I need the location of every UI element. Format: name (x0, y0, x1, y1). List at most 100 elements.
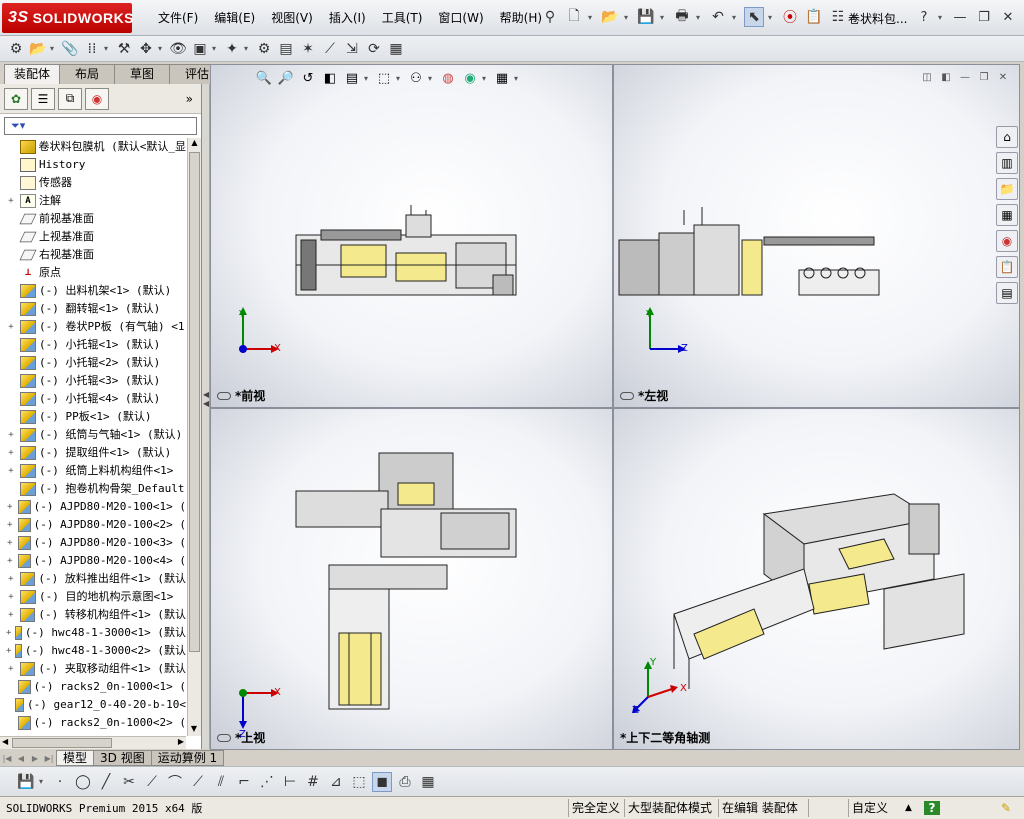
add-relation-icon[interactable]: ⊿ (326, 772, 346, 792)
viewport-isometric[interactable]: Y X Z *上下二等角轴测 (613, 408, 1020, 750)
link-views-icon[interactable] (620, 391, 634, 400)
filter-icon[interactable]: ⏷▾ (11, 119, 25, 132)
expand-icon[interactable]: + (6, 588, 16, 606)
minimize-icon[interactable]: — (950, 8, 970, 26)
expand-icon[interactable]: + (6, 462, 16, 480)
tree-item[interactable]: + (-) 卷状PP板 (有气轴) <1 (0, 318, 186, 336)
solidworks-logo[interactable]: 3S SOLIDWORKS (2, 3, 134, 33)
tree-item[interactable]: History (0, 156, 186, 174)
linear-pattern-icon[interactable]: ⁞⁞ (82, 39, 102, 59)
tree-item[interactable]: 右视基准面 (0, 246, 186, 264)
menu-file[interactable]: 文件(F) (150, 9, 206, 27)
chevron-down-icon[interactable]: ▾ (482, 74, 490, 83)
tree-item[interactable]: + (-) 提取组件<1> (默认) (0, 444, 186, 462)
corner-rectangle-icon[interactable]: ⌐ (234, 772, 254, 792)
tree-horizontal-scrollbar[interactable]: ◀ ▶ (0, 736, 186, 749)
expand-icon[interactable]: + (6, 534, 14, 552)
tree-item[interactable]: 前视基准面 (0, 210, 186, 228)
instant3d-icon[interactable]: ⇲ (342, 39, 362, 59)
fillet-icon[interactable]: ⌒ (165, 772, 185, 792)
zoom-to-area-icon[interactable]: 🔎 (276, 68, 296, 88)
last-tab-icon[interactable]: ▶| (42, 754, 56, 763)
options-icon[interactable]: ☷ (828, 7, 848, 27)
panel-splitter[interactable]: ◀ ◀ (202, 84, 210, 749)
viewport-left[interactable]: Y Z *左视 ◫ ◧ — ❐ ✕ (613, 64, 1020, 408)
grid-icon[interactable]: # (303, 772, 323, 792)
collapse-panel-icon[interactable]: ◀ ◀ (203, 390, 209, 408)
file-explorer-icon[interactable]: 📁 (996, 178, 1018, 200)
tab-model[interactable]: 模型 (56, 750, 95, 766)
expand-icon[interactable]: + (6, 642, 11, 660)
tag-icon[interactable]: ✎ (998, 799, 1014, 817)
menu-insert[interactable]: 插入(I) (321, 9, 374, 27)
smart-fasteners-icon[interactable]: ⚒ (114, 39, 134, 59)
assembly-features-icon[interactable]: ▣ (190, 39, 210, 59)
close-icon[interactable]: ✕ (998, 8, 1018, 26)
file-properties-icon[interactable]: 📋 (804, 7, 824, 27)
scroll-thumb[interactable] (12, 738, 112, 748)
pin-icon[interactable]: ⚲ (540, 7, 560, 27)
expand-icon[interactable]: + (6, 192, 16, 210)
expand-icon[interactable]: + (6, 444, 16, 462)
minimize-icon[interactable]: — (957, 71, 973, 85)
menu-window[interactable]: 窗口(W) (430, 9, 491, 27)
tree-vertical-scrollbar[interactable]: ▲ ▼ (187, 138, 201, 736)
tree-item[interactable]: + (-) AJPD80-M20-100<4> ( (0, 552, 186, 570)
viewport-top[interactable]: X Z *上视 (210, 408, 613, 750)
tab-motion-study[interactable]: 运动算例 1 (150, 750, 225, 766)
tree-item[interactable]: + (-) hwc48-1-3000<2> (默认 (0, 642, 186, 660)
design-library-icon[interactable]: ▤ (996, 282, 1018, 304)
menu-edit[interactable]: 编辑(E) (206, 9, 263, 27)
centerline-icon[interactable]: ⟋ (142, 772, 162, 792)
explode-line-sketch-icon[interactable]: ⟋ (320, 39, 340, 59)
previous-view-icon[interactable]: ↺ (298, 68, 318, 88)
expand-icon[interactable]: + (6, 426, 16, 444)
undo-icon[interactable]: ↶ (708, 7, 728, 27)
open-folder-icon[interactable]: 📂 (600, 7, 620, 27)
viewport-front[interactable]: Y X *前视 (210, 64, 613, 408)
chevron-down-icon[interactable]: ▾ (104, 44, 112, 53)
zoom-to-fit-icon[interactable]: 🔍 (254, 68, 274, 88)
tree-item[interactable]: + A 注解 (0, 192, 186, 210)
first-tab-icon[interactable]: |◀ (0, 754, 14, 763)
section-view-icon[interactable]: ◧ (320, 68, 340, 88)
point-icon[interactable]: · (50, 772, 70, 792)
unit-system[interactable]: 自定义 (848, 799, 891, 817)
tree-item[interactable]: + (-) hwc48-1-3000<1> (默认 (0, 624, 186, 642)
chevron-down-icon[interactable]: ▾ (696, 13, 704, 22)
move-component-icon[interactable]: ✥ (136, 39, 156, 59)
unit-menu-chevron-icon[interactable]: ▲ (902, 799, 915, 817)
scroll-right-icon[interactable]: ▶ (178, 737, 184, 746)
select-cursor-icon[interactable]: ⬉ (744, 7, 764, 27)
prev-tab-icon[interactable]: ◀ (14, 754, 28, 763)
expand-icon[interactable]: + (6, 516, 14, 534)
restore-icon[interactable]: ❐ (976, 71, 992, 85)
chevron-down-icon[interactable]: ▾ (588, 13, 596, 22)
next-tab-icon[interactable]: ▶ (28, 754, 42, 763)
take-snapshot-icon[interactable]: ▦ (386, 39, 406, 59)
expand-panel-icon[interactable]: » (186, 92, 193, 106)
tree-item[interactable]: + (-) AJPD80-M20-100<1> ( (0, 498, 186, 516)
chevron-down-icon[interactable]: ▾ (158, 44, 166, 53)
chevron-down-icon[interactable]: ▾ (768, 13, 776, 22)
chevron-down-icon[interactable]: ▾ (938, 8, 946, 26)
exploded-view-icon[interactable]: ✶ (298, 39, 318, 59)
shaded-display-icon[interactable]: ◼ (372, 771, 392, 792)
chevron-down-icon[interactable]: ▾ (244, 44, 252, 53)
dynamic-annotation-icon[interactable]: ▤ (342, 68, 362, 88)
tree-item[interactable]: (-) 抱卷机构骨架_Default (0, 480, 186, 498)
tile-horizontal-icon[interactable]: ◫ (919, 71, 935, 85)
tree-item[interactable]: (-) 小托辊<1> (默认) (0, 336, 186, 354)
new-part-icon[interactable]: 📂 (28, 39, 48, 59)
expand-icon[interactable]: + (6, 570, 16, 588)
table-icon[interactable]: ▦ (418, 772, 438, 792)
feature-manager-icon[interactable]: ✿ (4, 87, 28, 110)
tree-item[interactable]: + (-) AJPD80-M20-100<3> ( (0, 534, 186, 552)
tree-item[interactable]: + (-) 纸筒与气轴<1> (默认) (0, 426, 186, 444)
tree-item[interactable]: (-) 出料机架<1> (默认) (0, 282, 186, 300)
tile-vertical-icon[interactable]: ◧ (938, 71, 954, 85)
chevron-down-icon[interactable]: ▾ (514, 74, 522, 83)
view-3d-icon[interactable]: ⬚ (349, 772, 369, 792)
chevron-down-icon[interactable]: ▾ (624, 13, 632, 22)
tree-item[interactable]: (-) gear12_0-40-20-b-10< (0, 696, 186, 714)
